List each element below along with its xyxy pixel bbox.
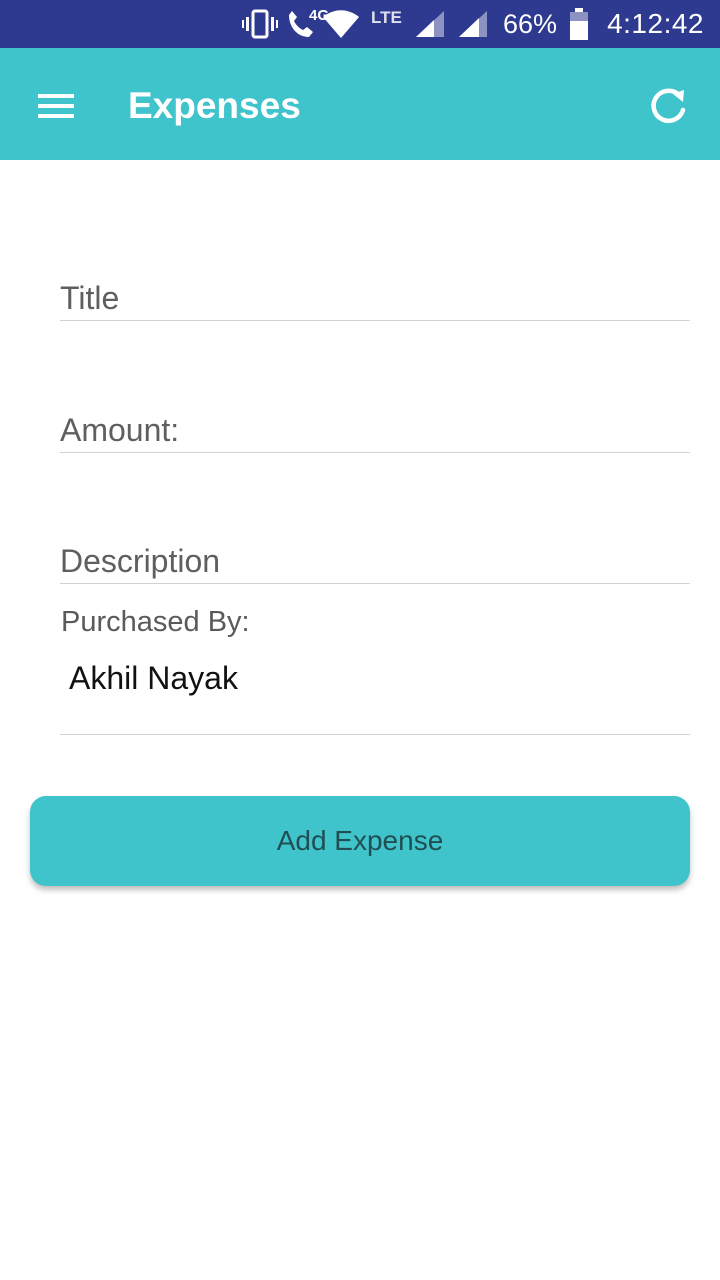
lte-label: LTE [371,8,402,27]
status-time: 4:12:42 [607,8,704,39]
battery-percent: 66% [503,8,558,39]
purchased-by-divider [60,734,690,735]
signal-icon [457,0,489,48]
battery-icon [569,0,589,48]
description-input[interactable] [60,539,690,583]
purchased-by-label: Purchased By: [61,606,250,638]
refresh-icon[interactable] [640,78,696,134]
amount-input[interactable] [60,408,690,452]
menu-icon[interactable] [24,78,88,134]
description-field[interactable] [60,539,690,584]
title-field[interactable] [60,276,690,321]
add-expense-button[interactable]: Add Expense [30,796,690,886]
wifi-icon [322,0,360,48]
amount-field[interactable] [60,408,690,453]
app-bar: Expenses [0,48,720,160]
purchased-by-value[interactable]: Akhil Nayak [69,660,238,697]
title-input[interactable] [60,276,690,320]
vibrate-icon [242,0,278,48]
status-bar: 4G LTE 66% 4:12:42 [0,0,720,48]
page-title: Expenses [128,85,301,126]
signal-icon [414,0,446,48]
